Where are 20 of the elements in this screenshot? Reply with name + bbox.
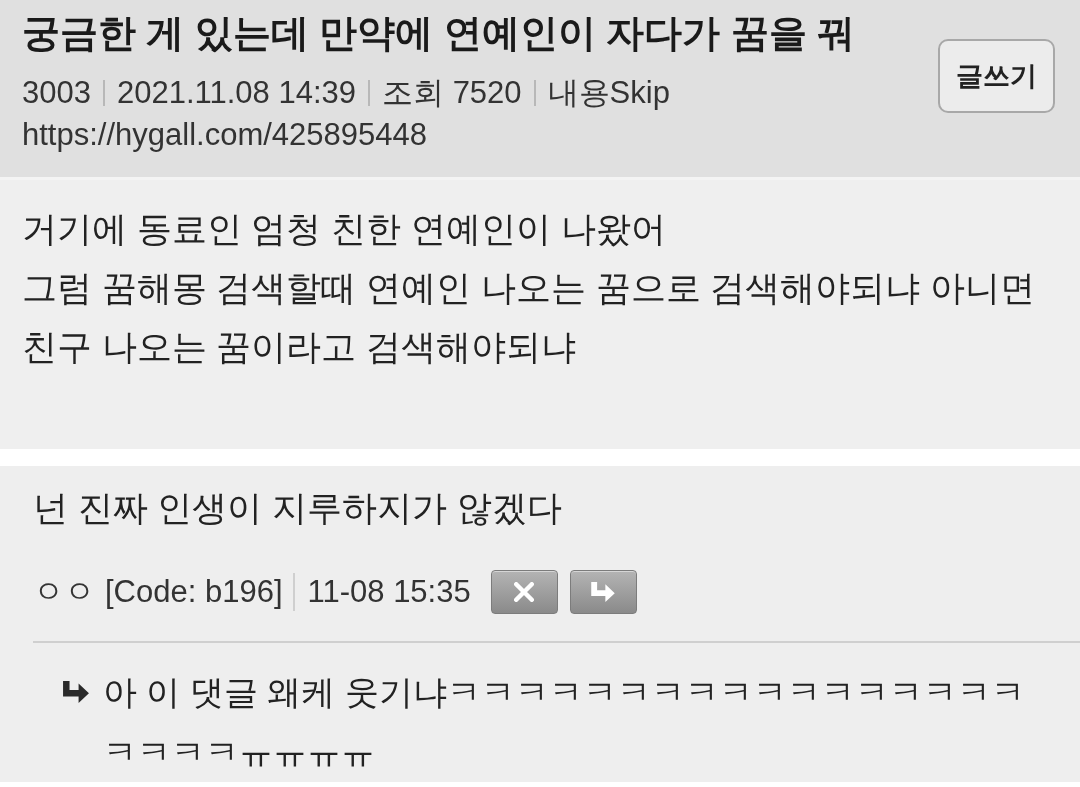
post-body-text: 그럼 꿈해몽 검색할때 연예인 나오는 꿈으로 검색해야되냐 아니면 [22,267,1037,309]
turn-arrow-icon [62,681,90,703]
post-body-text: 친구 나오는 꿈이라고 검색해야되냐 [22,326,578,368]
reply-button[interactable] [569,570,637,614]
comment-author: ㅇㅇ [33,573,95,611]
post-meta-text: 3003 [22,75,91,111]
write-button[interactable]: 글쓰기 [938,39,1055,113]
post-url: https://hygall.com/425895448 [22,116,428,154]
post-title: 궁금한 게 있는데 만약에 연예인이 자다가 꿈을 꿔 [22,11,856,56]
post-meta-text: 2021.11.08 14:39 [116,75,356,111]
post-body-text: 거기에 동료인 엄청 친한 연예인이 나왔어 [22,208,667,250]
post-meta-text: 조회 7520 [382,74,522,112]
turn-arrow-icon [591,582,616,602]
x-icon [514,582,535,602]
delete-button[interactable] [490,570,558,614]
comment-code: [Code: b196] [105,574,283,610]
post-meta-text: 내용Skip [547,74,670,112]
comment-time: 11-08 15:35 [307,574,471,610]
comment-text: 넌 진짜 인생이 지루하지가 않겠다 [33,487,563,529]
reply-text: 아 이 댓글 왜케 웃기냐ㅋㅋㅋㅋㅋㅋㅋㅋㅋㅋㅋㅋㅋㅋㅋㅋㅋㅋㅋㅋㅋㅠㅠㅠㅠ [103,672,1026,773]
